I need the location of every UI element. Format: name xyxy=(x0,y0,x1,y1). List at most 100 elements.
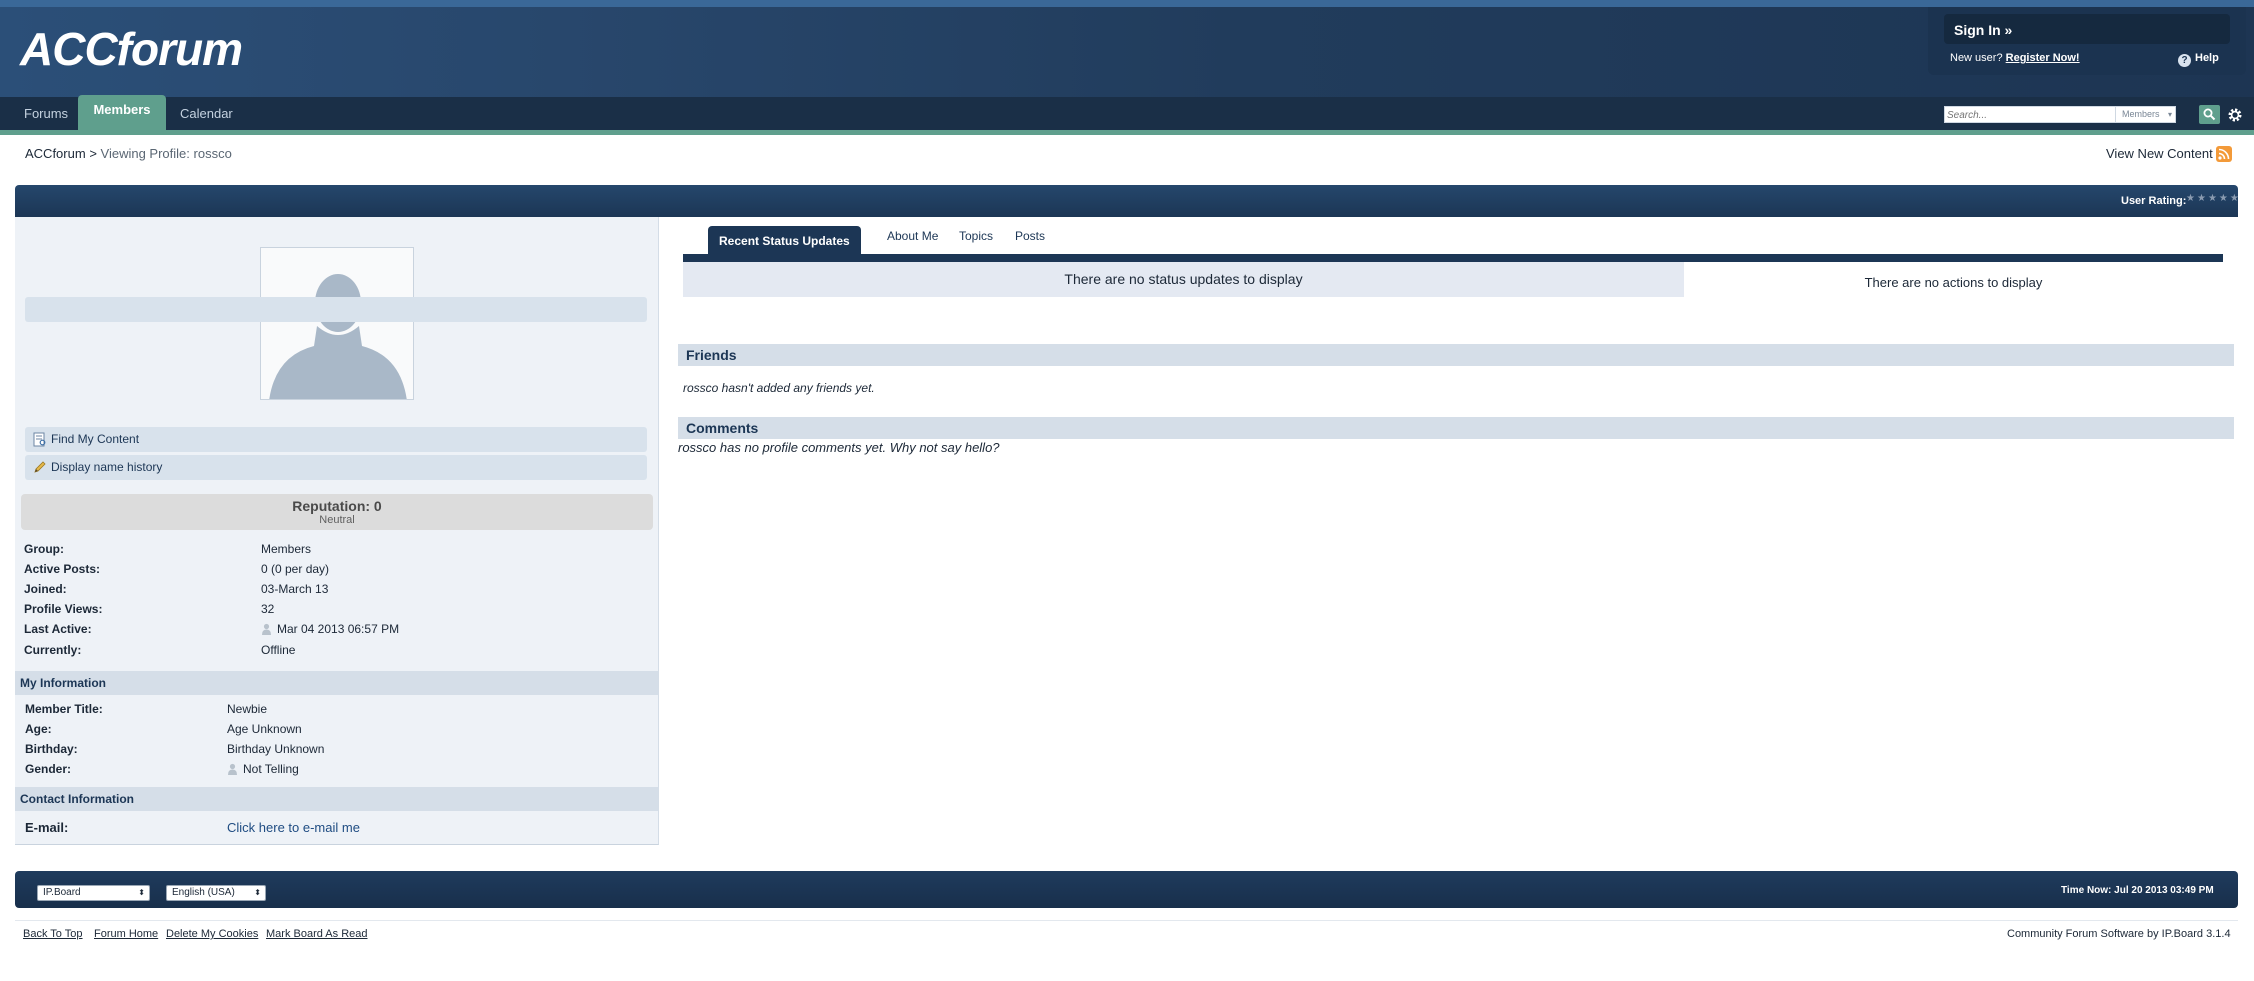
stat-row-active-posts: Active Posts: 0 (0 per day) xyxy=(24,562,654,582)
email-link[interactable]: Click here to e-mail me xyxy=(227,820,360,835)
gender-value: Not Telling xyxy=(243,762,299,776)
nav-tab-forums[interactable]: Forums xyxy=(14,97,78,130)
stat-value: Mar 04 2013 06:57 PM xyxy=(261,622,399,636)
search-scope-select[interactable]: Members ▾ xyxy=(2115,107,2175,122)
header: ACCforum Sign In » New user? Register No… xyxy=(0,0,2254,97)
skin-select-value: IP.Board xyxy=(43,887,81,898)
star-icon[interactable]: ★ xyxy=(2186,193,2197,204)
stat-value: Members xyxy=(261,542,312,556)
breadcrumb-home[interactable]: ACCforum xyxy=(25,146,86,161)
my-information-heading: My Information xyxy=(15,671,658,695)
nav-tab-calendar[interactable]: Calendar xyxy=(170,97,243,130)
skin-select[interactable]: IP.Board ⬍ xyxy=(37,885,150,901)
stat-row-last-active: Last Active: Mar 04 2013 06:57 PM xyxy=(24,622,654,642)
search-input[interactable] xyxy=(1947,108,2107,122)
profile-header-bar: User Rating: ★★★★★ xyxy=(15,185,2241,217)
breadcrumb-current: Viewing Profile: rossco xyxy=(100,146,232,161)
tab-bar-underline xyxy=(683,254,2223,262)
star-icon[interactable]: ★ xyxy=(2230,193,2241,204)
tab-about-me[interactable]: About Me xyxy=(887,229,938,243)
mark-board-read-link[interactable]: Mark Board As Read xyxy=(266,928,368,940)
breadcrumb-separator: > xyxy=(89,146,97,161)
actions-empty: There are no actions to display xyxy=(1864,275,2043,290)
user-rating-label: User Rating: xyxy=(2121,195,2187,207)
stat-label: Active Posts: xyxy=(24,562,101,576)
info-value: Newbie xyxy=(227,702,268,716)
user-panel: Sign In » New user? Register Now! ? Help xyxy=(1928,7,2246,75)
info-row-birthday: Birthday: Birthday Unknown xyxy=(25,742,655,762)
gender-icon xyxy=(228,763,237,775)
display-name-history-link[interactable]: Display name history xyxy=(25,455,647,480)
help-label: Help xyxy=(2195,52,2219,64)
stat-label: Profile Views: xyxy=(24,602,103,616)
stat-value: 0 (0 per day) xyxy=(261,562,330,576)
star-icon[interactable]: ★ xyxy=(2219,193,2230,204)
primary-nav: Forums Members Calendar xyxy=(0,95,2254,130)
gear-icon xyxy=(2228,108,2242,122)
help-icon: ? xyxy=(2178,54,2191,67)
stat-label: Last Active: xyxy=(24,622,92,636)
back-to-top-link[interactable]: Back To Top xyxy=(23,928,83,940)
find-my-content-link[interactable]: Find My Content xyxy=(25,427,647,452)
rss-icon[interactable] xyxy=(2216,146,2232,162)
header-top-stripe xyxy=(0,0,2254,7)
search-box: Members ▾ xyxy=(1944,106,2176,123)
info-row-age: Age: Age Unknown xyxy=(25,722,655,742)
delete-cookies-link[interactable]: Delete My Cookies xyxy=(166,928,258,940)
language-select[interactable]: English (USA) ⬍ xyxy=(166,885,266,901)
stat-value: 03-March 13 xyxy=(261,582,329,596)
tab-posts[interactable]: Posts xyxy=(1015,229,1045,243)
search-button[interactable] xyxy=(2199,105,2220,124)
find-my-content-link[interactable] xyxy=(25,297,647,322)
view-new-content-link[interactable]: View New Content xyxy=(2106,146,2213,161)
status-updates-empty: There are no status updates to display xyxy=(683,262,1684,297)
star-icon[interactable]: ★ xyxy=(2197,193,2208,204)
powered-by-text: Community Forum Software by IP.Board 3.1… xyxy=(2007,928,2231,940)
info-value: Not Telling xyxy=(227,762,299,776)
find-my-content-label: Find My Content xyxy=(51,432,140,446)
comments-empty-text: rossco has no profile comments yet. Why … xyxy=(678,440,1000,455)
time-now: Time Now: Jul 20 2013 03:49 PM xyxy=(2061,885,2214,896)
new-user-text: New user? Register Now! xyxy=(1950,52,2080,64)
display-name-history-label: Display name history xyxy=(51,460,163,474)
stat-label: Group: xyxy=(24,542,64,556)
chevron-down-icon: ⬍ xyxy=(254,888,261,897)
help-link[interactable]: ? Help xyxy=(2178,52,2219,67)
advanced-search-button[interactable] xyxy=(2226,106,2244,124)
new-user-label: New user? xyxy=(1950,52,2003,64)
breadcrumb: ACCforum > Viewing Profile: rossco xyxy=(25,146,232,161)
sign-in-box[interactable]: Sign In » xyxy=(1944,14,2230,44)
stat-row-group: Group: Members xyxy=(24,542,654,562)
user-status-icon xyxy=(262,623,271,635)
last-active-value: Mar 04 2013 06:57 PM xyxy=(277,622,400,636)
tab-topics[interactable]: Topics xyxy=(959,229,993,243)
nav-tab-members[interactable]: Members xyxy=(78,95,166,130)
avatar xyxy=(260,247,414,400)
chevron-down-icon: ⬍ xyxy=(138,888,145,897)
stat-value: Offline xyxy=(261,643,296,657)
info-row-member-title: Member Title: Newbie xyxy=(25,702,655,722)
friends-empty-text: rossco hasn't added any friends yet. xyxy=(683,381,875,395)
reputation-level: Neutral xyxy=(319,514,355,526)
contact-information-heading: Contact Information xyxy=(15,787,658,811)
register-link[interactable]: Register Now! xyxy=(2006,52,2080,64)
search-scope-value: Members xyxy=(2122,109,2160,119)
info-label: E-mail: xyxy=(25,820,69,835)
tab-recent-status-updates[interactable]: Recent Status Updates xyxy=(708,226,861,256)
stat-value: 32 xyxy=(261,602,275,616)
site-logo[interactable]: ACCforum xyxy=(20,22,243,76)
info-row-gender: Gender: Not Telling xyxy=(25,762,655,782)
comments-heading: Comments xyxy=(678,417,2234,439)
footer-bar: IP.Board ⬍ English (USA) ⬍ Time Now: Jul… xyxy=(15,871,2238,908)
document-search-icon xyxy=(33,432,46,447)
info-label: Gender: xyxy=(25,762,72,776)
forum-home-link[interactable]: Forum Home xyxy=(94,928,158,940)
info-row-email: E-mail: Click here to e-mail me xyxy=(25,820,655,840)
chevron-down-icon: ▾ xyxy=(2167,110,2172,119)
user-rating-stars[interactable]: ★★★★★ xyxy=(2186,193,2241,204)
info-label: Birthday: xyxy=(25,742,78,756)
sign-in-link[interactable]: Sign In » xyxy=(1954,22,2012,38)
star-icon[interactable]: ★ xyxy=(2208,193,2219,204)
pencil-icon xyxy=(34,461,46,473)
info-label: Member Title: xyxy=(25,702,103,716)
